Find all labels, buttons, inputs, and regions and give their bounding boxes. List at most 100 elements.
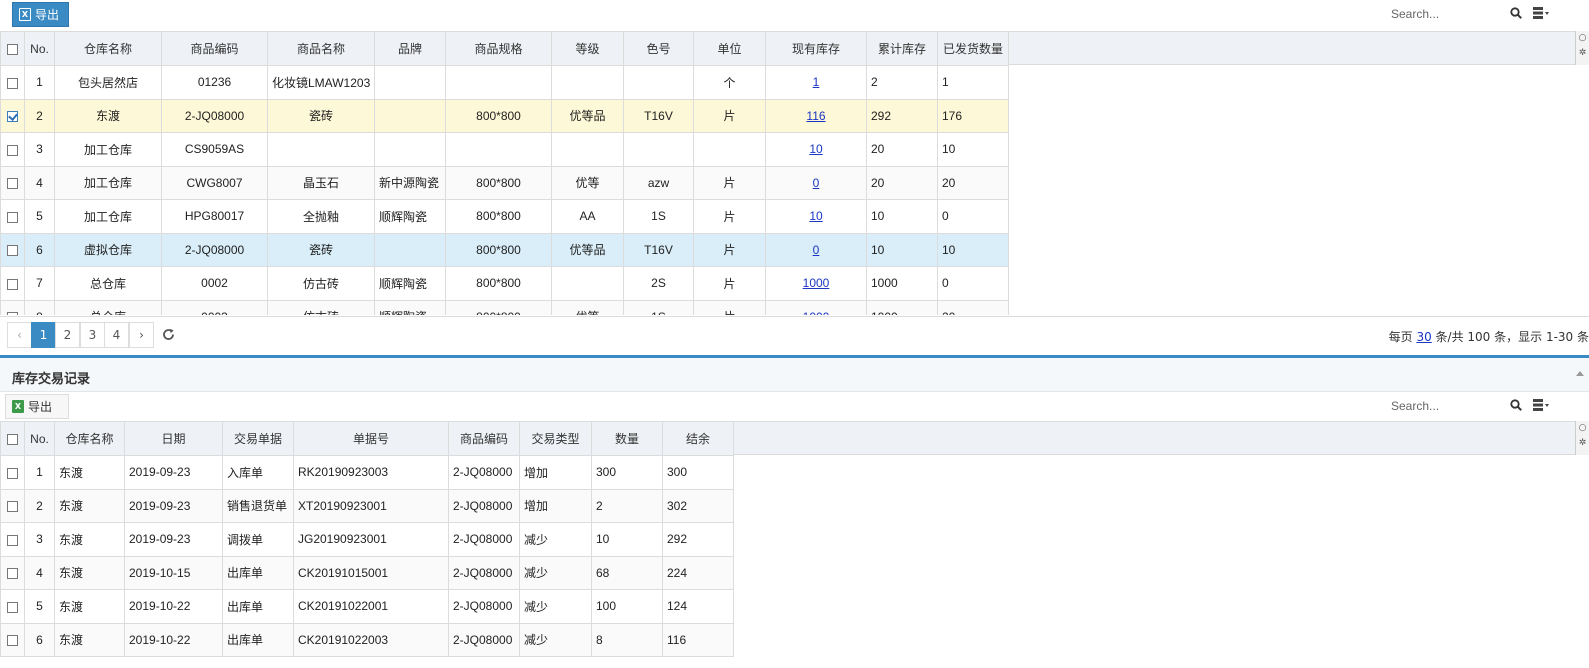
cell-warehouse: 东渡 bbox=[54, 488, 125, 523]
pager-page-2[interactable]: 2 bbox=[55, 322, 80, 348]
tx-col-doc[interactable]: 交易单据 bbox=[222, 421, 294, 456]
row-checkbox[interactable] bbox=[0, 65, 25, 100]
tx-col-qty[interactable]: 数量 bbox=[591, 421, 663, 456]
tx-col-date[interactable]: 日期 bbox=[124, 421, 223, 456]
row-checkbox[interactable] bbox=[0, 199, 25, 234]
table-row[interactable]: 5 加工仓库 HPG80017 全抛釉 顺辉陶瓷 800*800 AA 1S 片 10 10 0 bbox=[0, 199, 1009, 234]
row-checkbox[interactable] bbox=[0, 488, 25, 523]
checkbox[interactable] bbox=[7, 144, 18, 156]
settings-side-icon[interactable]: ✲ bbox=[1576, 46, 1589, 61]
columns-toggle-icon[interactable] bbox=[1533, 7, 1549, 19]
export-button[interactable]: X 导出 bbox=[12, 2, 69, 27]
transactions-search-icon[interactable] bbox=[1510, 399, 1522, 411]
checkbox[interactable] bbox=[7, 278, 18, 290]
col-total-stock[interactable]: 累计库存 bbox=[866, 31, 938, 66]
checkbox[interactable] bbox=[7, 501, 18, 513]
table-row[interactable]: 4 东渡 2019-10-15 出库单 CK20191015001 2-JQ08000 减少… bbox=[0, 555, 734, 590]
search-icon[interactable] bbox=[1510, 7, 1522, 19]
checkbox[interactable] bbox=[7, 534, 18, 546]
checkbox[interactable] bbox=[7, 312, 18, 315]
cell-type: 增加 bbox=[519, 455, 592, 490]
stock-link[interactable]: 0 bbox=[813, 243, 820, 257]
refresh-icon[interactable] bbox=[162, 328, 175, 341]
table-row[interactable]: 5 东渡 2019-10-22 出库单 CK20191022001 2-JQ08000 减少… bbox=[0, 589, 734, 624]
table-row[interactable]: 7 总仓库 0002 仿古砖 顺辉陶瓷 800*800 2S 片 1000 1000 0 bbox=[0, 266, 1009, 301]
row-checkbox[interactable] bbox=[0, 622, 25, 657]
transactions-select-all-checkbox[interactable] bbox=[0, 421, 25, 456]
cell-total: 2 bbox=[866, 65, 938, 100]
per-page-selector[interactable]: 30 bbox=[1416, 330, 1431, 344]
select-all-checkbox[interactable] bbox=[0, 31, 25, 66]
transactions-search-input[interactable] bbox=[1389, 396, 1499, 416]
tx-col-warehouse[interactable]: 仓库名称 bbox=[54, 421, 125, 456]
row-checkbox[interactable] bbox=[0, 98, 25, 133]
col-product-code[interactable]: 商品编码 bbox=[161, 31, 268, 66]
transactions-refresh-side-icon[interactable]: ○ bbox=[1576, 421, 1589, 436]
checkbox[interactable] bbox=[7, 77, 18, 89]
pager-next-button[interactable]: › bbox=[129, 322, 154, 348]
table-row[interactable]: 6 东渡 2019-10-22 出库单 CK20191022003 2-JQ08000 减少… bbox=[0, 622, 734, 657]
table-row[interactable]: 3 加工仓库 CS9059AS 10 20 10 bbox=[0, 132, 1009, 167]
refresh-side-icon[interactable]: ○ bbox=[1576, 31, 1589, 46]
table-row[interactable]: 1 东渡 2019-09-23 入库单 RK20190923003 2-JQ08000 增加… bbox=[0, 455, 734, 490]
checkbox[interactable] bbox=[7, 245, 18, 257]
checkbox[interactable] bbox=[7, 111, 18, 123]
table-side-tools[interactable]: ○ ✲ bbox=[1575, 31, 1589, 65]
col-grade[interactable]: 等级 bbox=[551, 31, 624, 66]
pager-page-3[interactable]: 3 bbox=[80, 322, 105, 348]
tx-col-doc-no[interactable]: 单据号 bbox=[293, 421, 449, 456]
stock-link[interactable]: 1000 bbox=[803, 310, 830, 315]
checkbox[interactable] bbox=[7, 635, 18, 647]
transactions-export-button[interactable]: X 导出 bbox=[5, 394, 69, 419]
search-input[interactable] bbox=[1389, 4, 1499, 24]
table-row[interactable]: 8总仓库0003仿古砖顺辉陶瓷800*800优等1S片1000100020 bbox=[0, 299, 1009, 315]
row-checkbox[interactable] bbox=[0, 522, 25, 557]
col-product-name[interactable]: 商品名称 bbox=[267, 31, 375, 66]
transactions-side-tools[interactable]: ○ ✲ bbox=[1575, 421, 1589, 455]
row-checkbox[interactable] bbox=[0, 455, 25, 490]
pager-page-4[interactable]: 4 bbox=[104, 322, 129, 348]
stock-link[interactable]: 1 bbox=[813, 75, 820, 89]
checkbox[interactable] bbox=[7, 211, 18, 223]
tx-col-code[interactable]: 商品编码 bbox=[448, 421, 520, 456]
checkbox[interactable] bbox=[7, 601, 18, 613]
cell-type: 增加 bbox=[519, 488, 592, 523]
col-brand[interactable]: 品牌 bbox=[374, 31, 446, 66]
tx-col-balance[interactable]: 结余 bbox=[662, 421, 734, 456]
stock-link[interactable]: 116 bbox=[806, 109, 825, 123]
collapse-icon[interactable] bbox=[1576, 371, 1584, 376]
stock-link[interactable]: 10 bbox=[809, 142, 822, 156]
row-checkbox[interactable] bbox=[0, 266, 25, 301]
row-checkbox[interactable] bbox=[0, 299, 25, 315]
col-spec[interactable]: 商品规格 bbox=[445, 31, 552, 66]
row-checkbox[interactable] bbox=[0, 165, 25, 200]
col-no[interactable]: No. bbox=[24, 31, 55, 66]
checkbox[interactable] bbox=[7, 568, 18, 580]
transactions-columns-toggle-icon[interactable] bbox=[1533, 399, 1549, 411]
checkbox[interactable] bbox=[7, 467, 18, 479]
tx-col-no[interactable]: No. bbox=[24, 421, 55, 456]
col-warehouse[interactable]: 仓库名称 bbox=[54, 31, 162, 66]
table-row[interactable]: 4 加工仓库 CWG8007 晶玉石 新中源陶瓷 800*800 优等 azw 片 0 20 20 bbox=[0, 165, 1009, 200]
table-row[interactable]: 6 虚拟仓库 2-JQ08000 瓷砖 800*800 优等品 T16V 片 0 10 10 bbox=[0, 232, 1009, 267]
col-color[interactable]: 色号 bbox=[623, 31, 694, 66]
col-current-stock[interactable]: 现有库存 bbox=[765, 31, 867, 66]
transactions-settings-side-icon[interactable]: ✲ bbox=[1576, 436, 1589, 451]
pager-prev-button[interactable]: ‹ bbox=[7, 322, 32, 348]
table-row[interactable]: 1 包头居然店 01236 化妆镜LMAW1203 个 1 2 1 bbox=[0, 65, 1009, 100]
table-row[interactable]: 2 东渡 2-JQ08000 瓷砖 800*800 优等品 T16V 片 116 292 176 bbox=[0, 98, 1009, 133]
stock-link[interactable]: 10 bbox=[809, 209, 822, 223]
table-row[interactable]: 2 东渡 2019-09-23 销售退货单 XT20190923001 2-JQ08000… bbox=[0, 488, 734, 523]
row-checkbox[interactable] bbox=[0, 589, 25, 624]
row-checkbox[interactable] bbox=[0, 132, 25, 167]
table-row[interactable]: 3 东渡 2019-09-23 调拨单 JG20190923001 2-JQ08000 减少… bbox=[0, 522, 734, 557]
pager-page-1[interactable]: 1 bbox=[31, 322, 56, 348]
tx-col-type[interactable]: 交易类型 bbox=[519, 421, 592, 456]
row-checkbox[interactable] bbox=[0, 232, 25, 267]
stock-link[interactable]: 1000 bbox=[803, 276, 830, 290]
checkbox[interactable] bbox=[7, 178, 18, 190]
row-checkbox[interactable] bbox=[0, 555, 25, 590]
col-unit[interactable]: 单位 bbox=[693, 31, 766, 66]
stock-link[interactable]: 0 bbox=[813, 176, 820, 190]
col-shipped[interactable]: 已发货数量 bbox=[937, 31, 1009, 66]
